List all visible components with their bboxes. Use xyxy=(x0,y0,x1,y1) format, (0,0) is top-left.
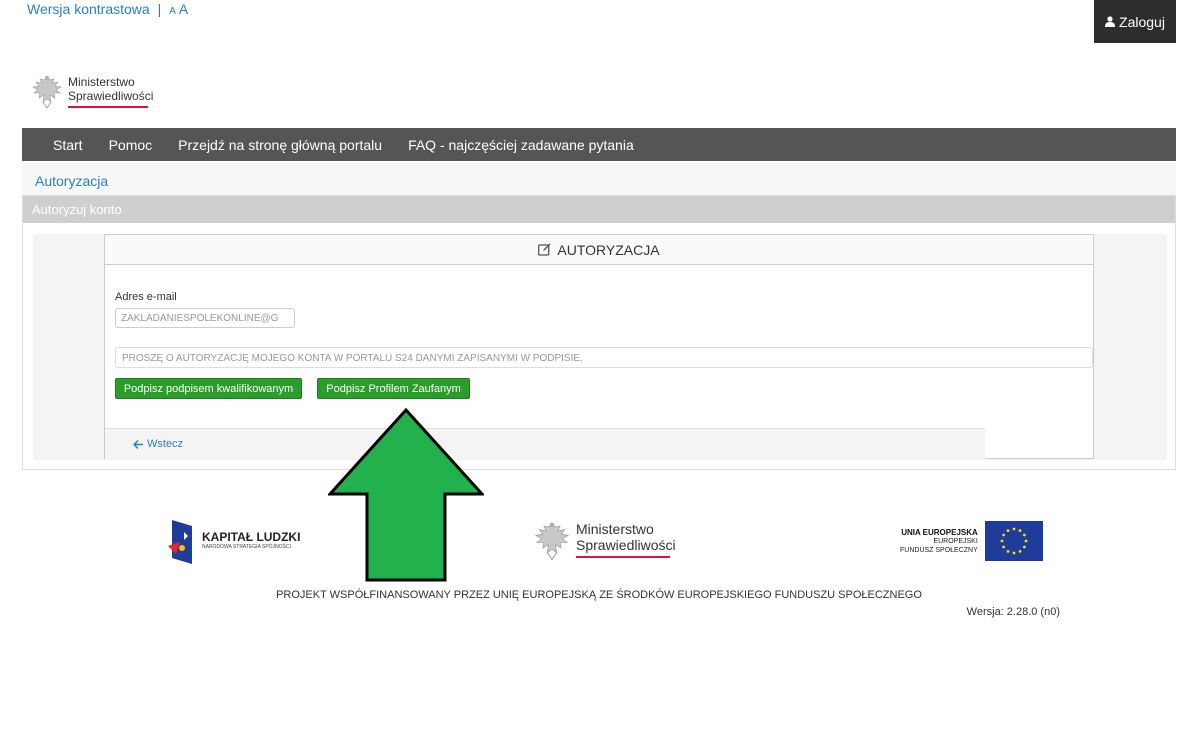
font-big-link[interactable]: A xyxy=(179,1,188,17)
breadcrumb: Autoryzacja xyxy=(22,163,1176,195)
font-small-link[interactable]: A xyxy=(169,6,176,17)
ministry-line1: Ministerstwo xyxy=(68,75,135,89)
eagle-emblem-icon xyxy=(32,75,62,109)
edit-icon xyxy=(538,243,551,256)
nav-portal-home[interactable]: Przejdź na stronę główną portalu xyxy=(178,137,382,153)
footer-logo-underline xyxy=(576,556,670,558)
eu-stars-icon xyxy=(1000,527,1028,555)
main-nav: Start Pomoc Przejdź na stronę główną por… xyxy=(22,128,1176,161)
eu-title: UNIA EUROPEJSKA xyxy=(901,527,978,537)
accessibility-bar: Wersja kontrastowa | A A xyxy=(27,1,188,17)
ministry-name: Ministerstwo Sprawiedliwości xyxy=(68,72,153,108)
authorization-box: AUTORYZACJA Adres e-mail ZAKLADANIESPOLE… xyxy=(104,234,1094,459)
nav-help[interactable]: Pomoc xyxy=(109,137,153,153)
back-row: Wstecz xyxy=(105,428,985,459)
sign-trusted-profile-button[interactable]: Podpisz Profilem Zaufanym xyxy=(317,378,470,399)
eu-logo: UNIA EUROPEJSKA EUROPEJSKI FUNDUSZ SPOŁE… xyxy=(900,521,1043,561)
eu-text: UNIA EUROPEJSKA EUROPEJSKI FUNDUSZ SPOŁE… xyxy=(900,528,978,555)
breadcrumb-current[interactable]: Autoryzacja xyxy=(35,173,108,189)
authorization-heading: AUTORYZACJA xyxy=(557,241,660,258)
user-icon xyxy=(1105,16,1116,27)
sign-qualified-button[interactable]: Podpisz podpisem kwalifikowanym xyxy=(115,378,302,399)
footer-ministry-line1: Ministerstwo xyxy=(576,521,654,537)
annotation-arrow-icon xyxy=(328,408,484,582)
email-field[interactable]: ZAKLADANIESPOLEKONLINE@G xyxy=(115,308,295,328)
project-notice: PROJEKT WSPÓŁFINANSOWANY PRZEZ UNIĘ EURO… xyxy=(276,589,922,601)
eagle-emblem-icon xyxy=(534,522,570,561)
footer-ministry-logo: Ministerstwo Sprawiedliwości xyxy=(532,518,676,562)
login-label: Zaloguj xyxy=(1119,13,1165,30)
logo-underline xyxy=(68,106,148,108)
kl-subtitle: NARODOWA STRATEGIA SPÓJNOŚCI xyxy=(202,544,291,550)
nav-faq[interactable]: FAQ - najczęściej zadawane pytania xyxy=(408,137,634,153)
footer-ministry-line2: Sprawiedliwości xyxy=(576,537,676,553)
separator: | xyxy=(157,1,162,17)
kapital-ludzki-logo: KAPITAŁ LUDZKI NARODOWA STRATEGIA SPÓJNO… xyxy=(166,518,300,566)
footer-ministry-name: Ministerstwo Sprawiedliwości xyxy=(576,518,676,558)
login-button[interactable]: Zaloguj xyxy=(1094,0,1176,43)
panel-title: Autoryzuj konto xyxy=(23,196,1175,223)
eu-subtitle2: FUNDUSZ SPOŁECZNY xyxy=(900,546,978,554)
eu-flag-icon xyxy=(984,521,1043,561)
arrow-left-icon xyxy=(133,439,143,449)
contrast-link[interactable]: Wersja kontrastowa xyxy=(27,1,150,17)
authorization-header: AUTORYZACJA xyxy=(105,235,1093,265)
kl-title: KAPITAŁ LUDZKI xyxy=(202,530,301,544)
statement-field[interactable]: PROSZĘ O AUTORYZACJĘ MOJEGO KONTA W PORT… xyxy=(115,347,1093,368)
kapital-ludzki-emblem-icon xyxy=(168,520,192,564)
ministry-logo[interactable]: Ministerstwo Sprawiedliwości xyxy=(30,72,153,110)
kapital-ludzki-text: KAPITAŁ LUDZKI NARODOWA STRATEGIA SPÓJNO… xyxy=(202,530,301,552)
eu-subtitle1: EUROPEJSKI xyxy=(933,537,978,545)
version-label: Wersja: 2.28.0 (n0) xyxy=(966,606,1060,618)
nav-start[interactable]: Start xyxy=(53,137,83,153)
back-link[interactable]: Wstecz xyxy=(147,438,183,450)
ministry-line2: Sprawiedliwości xyxy=(68,89,154,103)
email-label: Adres e-mail xyxy=(115,291,177,303)
